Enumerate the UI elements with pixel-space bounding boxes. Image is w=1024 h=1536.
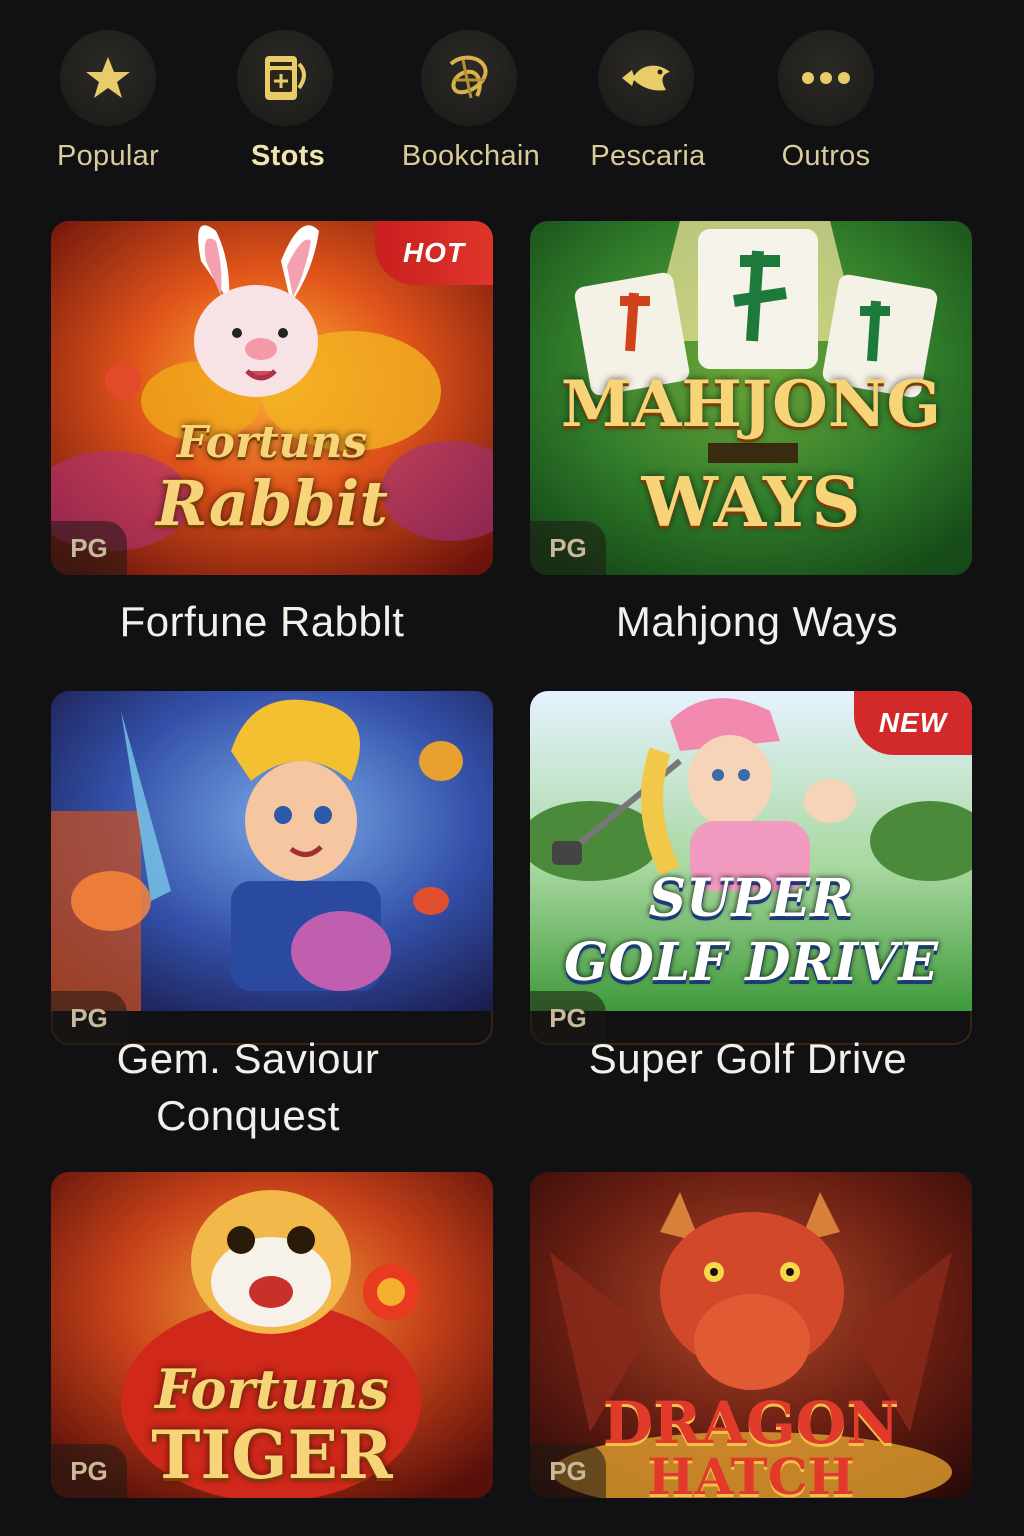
provider-tag: PG [51, 1444, 127, 1498]
slot-machine-icon [265, 56, 306, 100]
category-bookchain-icon-circle [421, 30, 517, 126]
game-card-super-golf-drive[interactable]: SUPER GOLF DRIVE NEW PG [530, 691, 972, 1045]
hot-badge: HOT [375, 221, 493, 285]
category-popular-icon-circle [60, 30, 156, 126]
fortune-tiger-logo-line1: Fortuns [155, 1357, 389, 1421]
category-bar: Popular Stots Bookchain Pescaria Outros [0, 0, 1024, 200]
category-label: Popular [56, 140, 160, 172]
game-card-fortune-rabbit[interactable]: Fortuns Rabbit HOT PG [51, 221, 493, 575]
category-pescaria[interactable]: Pescaria [563, 30, 733, 190]
provider-tag: PG [530, 1444, 606, 1498]
category-pescaria-icon-circle [598, 30, 694, 126]
category-popular[interactable]: Popular [23, 30, 193, 190]
game-title: Mahjong Ways [615, 598, 899, 645]
game-card-mahjong-ways[interactable]: MAHJONG WAYS PG [530, 221, 972, 575]
category-label: Bookchain [401, 140, 541, 172]
new-badge: NEW [854, 691, 972, 755]
category-label: Outros [781, 140, 871, 172]
provider-tag: PG [530, 521, 606, 575]
fish-icon [622, 65, 670, 91]
mahjong-ways-logo-line1: MAHJONG [560, 367, 942, 442]
game-title: Gem. Saviour Conquest [116, 1035, 380, 1139]
game-title: Super Golf Drive [588, 1035, 908, 1082]
gem-saviour-artwork [51, 691, 493, 1011]
game-card-dragon-hatch[interactable]: DRAGON HATCH PG [530, 1172, 972, 1498]
category-label: Stots [251, 140, 325, 172]
game-lobby: Popular Stots Bookchain Pescaria Outros … [0, 0, 1024, 1536]
game-title: Forfune Rabblt [119, 598, 405, 645]
category-label: Pescaria [590, 140, 706, 172]
dragon-hatch-logo-line1: DRAGON [602, 1389, 900, 1457]
category-stots-icon-circle [237, 30, 333, 126]
category-bookchain[interactable]: Bookchain [386, 30, 556, 190]
category-outros-icon-circle [778, 30, 874, 126]
game-card-fortune-tiger[interactable]: Fortuns TIGER PG [51, 1172, 493, 1498]
super-golf-drive-logo-line1: SUPER [648, 868, 854, 929]
game-card-gem-saviour-conquest[interactable]: PG [51, 691, 493, 1045]
category-stots[interactable]: Stots [203, 30, 373, 190]
star-icon [86, 57, 130, 98]
bookchain-icon [449, 55, 488, 99]
fortune-rabbit-logo-line1: Fortuns [176, 417, 368, 468]
provider-tag: PG [51, 521, 127, 575]
category-outros[interactable]: Outros [741, 30, 911, 190]
super-golf-drive-logo-line2: GOLF DRIVE [564, 932, 938, 993]
more-icon [802, 72, 850, 84]
